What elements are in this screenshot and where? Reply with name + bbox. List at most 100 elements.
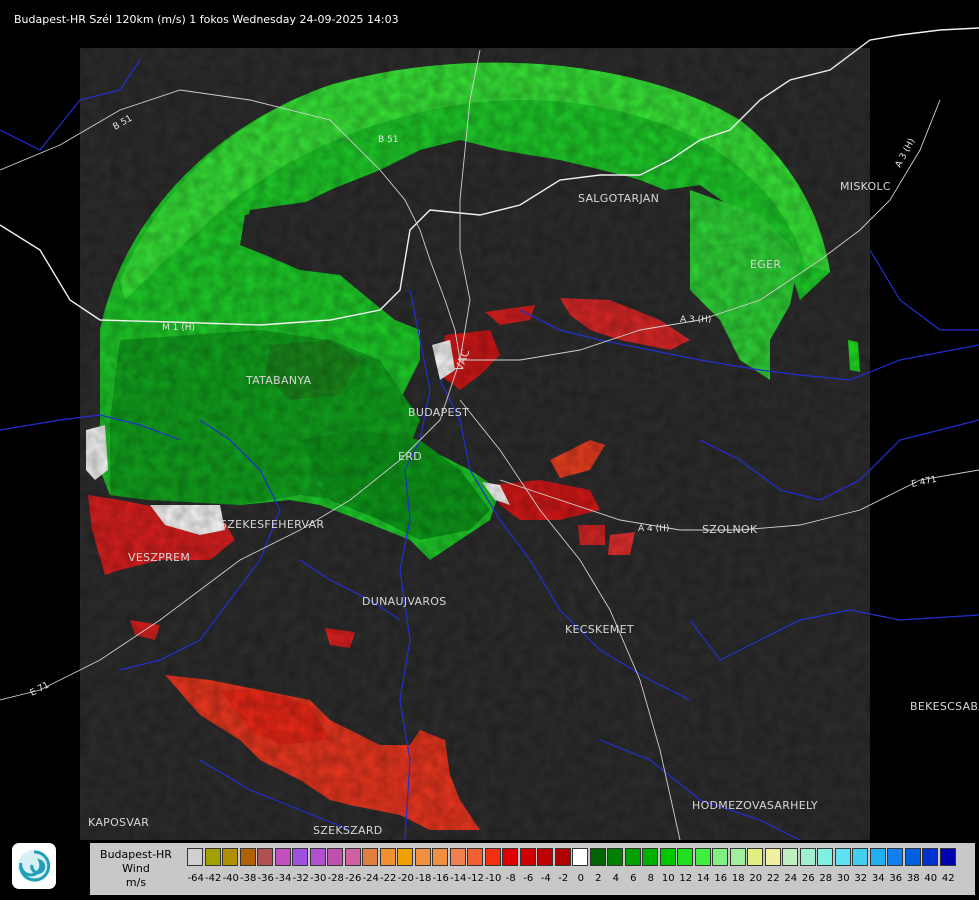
legend-swatch	[747, 848, 763, 866]
legend-tick-label: 8	[647, 873, 654, 884]
legend-tick-label: 32	[854, 873, 868, 884]
legend-swatch	[204, 848, 221, 866]
legend-tick-label: -18	[415, 873, 432, 884]
legend-tick-label: 40	[924, 873, 938, 884]
legend-tick-label: -4	[540, 873, 551, 884]
legend-swatch	[484, 848, 501, 866]
legend-tick-label: -34	[275, 873, 292, 884]
legend-tick-label: 36	[889, 873, 903, 884]
legend-swatches	[187, 848, 957, 868]
legend-swatch	[869, 848, 886, 866]
legend-swatch	[607, 848, 623, 866]
legend-swatch	[817, 848, 833, 866]
legend-tick-label: -32	[292, 873, 309, 884]
legend-tick-label: 2	[595, 873, 602, 884]
legend-tick-label: -64	[187, 873, 204, 884]
legend-swatch	[799, 848, 816, 866]
legend-tick-label: 24	[784, 873, 798, 884]
road-label-a4: A 4 (H)	[638, 524, 669, 534]
legend-swatch	[659, 848, 676, 866]
legend-tick-label: 10	[661, 873, 675, 884]
legend-tick-label: -6	[523, 873, 534, 884]
legend-swatch	[834, 848, 851, 866]
legend-swatch	[449, 848, 466, 866]
legend-tick-label: -22	[380, 873, 397, 884]
legend-tick-label: 0	[577, 873, 584, 884]
legend-tick-label: -16	[432, 873, 449, 884]
road-label-e71: E 71	[29, 680, 51, 698]
legend-swatch	[309, 848, 326, 866]
legend-tick-label: -24	[362, 873, 379, 884]
road-label-a3-a: A 3 (H)	[894, 137, 918, 169]
legend-tick-label: 26	[801, 873, 815, 884]
city-label-szolnok: SZOLNOK	[702, 523, 758, 536]
legend-tick-label: 16	[714, 873, 728, 884]
radar-map[interactable]: SALGOTARJAN MISKOLC EGER TATABANYA BUDAP…	[0, 0, 979, 840]
legend-tick-label: -12	[467, 873, 484, 884]
legend-tick-label: 18	[731, 873, 745, 884]
swirl-icon	[18, 850, 51, 882]
legend-tick-label: -8	[505, 873, 516, 884]
city-label-miskolc: MISKOLC	[840, 180, 891, 193]
legend-tick-label: -20	[397, 873, 414, 884]
legend-tick-label: 42	[941, 873, 955, 884]
city-label-bekescsaba: BEKESCSABA	[910, 700, 979, 713]
legend-tick-label: 34	[871, 873, 885, 884]
city-label-kecskemet: KECSKEMET	[565, 623, 634, 636]
road-label-m1: M 1 (H)	[162, 323, 195, 333]
city-label-salgotarjan: SALGOTARJAN	[578, 192, 659, 205]
city-label-budapest: BUDAPEST	[408, 406, 469, 419]
legend-swatch	[519, 848, 536, 866]
road-label-a3-b: A 3 (H)	[680, 315, 711, 325]
legend-swatch	[939, 848, 956, 866]
legend-swatch	[694, 848, 711, 866]
legend-tick-label: 14	[696, 873, 710, 884]
legend-swatch	[782, 848, 798, 866]
road-label-b51-b: B 51	[378, 135, 399, 145]
legend-swatch	[362, 848, 378, 866]
legend-swatch	[642, 848, 658, 866]
city-label-dunaujvaros: DUNAUJVAROS	[362, 595, 447, 608]
legend-swatch	[187, 848, 203, 866]
legend-swatch	[467, 848, 483, 866]
legend-tick-label: 22	[766, 873, 780, 884]
legend-swatch	[554, 848, 571, 866]
legend-swatch	[572, 848, 588, 866]
legend-swatch	[379, 848, 396, 866]
legend-swatch	[729, 848, 746, 866]
legend-swatch	[257, 848, 273, 866]
city-label-szekesfehervar: SZEKESFEHERVAR	[220, 518, 324, 531]
legend-swatch	[537, 848, 553, 866]
met-service-logo	[12, 843, 56, 889]
city-label-hodmezovasarhely: HODMEZOVASARHELY	[692, 799, 818, 812]
legend-tick-label: 4	[612, 873, 619, 884]
legend-swatch	[344, 848, 361, 866]
legend-swatch	[327, 848, 343, 866]
legend-swatch	[292, 848, 308, 866]
legend-swatch	[239, 848, 256, 866]
legend-swatch	[677, 848, 693, 866]
city-label-tatabanya: TATABANYA	[245, 374, 311, 387]
legend-swatch	[222, 848, 238, 866]
legend-station: Budapest-HR	[100, 848, 172, 861]
legend-tick-label: 20	[749, 873, 763, 884]
legend-swatch	[922, 848, 938, 866]
legend-swatch	[502, 848, 518, 866]
city-label-kaposvar: KAPOSVAR	[88, 816, 149, 829]
city-label-erd: ERD	[398, 450, 422, 463]
legend-tick-label: -14	[450, 873, 467, 884]
legend-tick-label: -28	[327, 873, 344, 884]
legend-swatch	[589, 848, 606, 866]
road-label-e471: E 471	[911, 475, 938, 490]
legend-swatch	[852, 848, 868, 866]
legend-unit: m/s	[125, 876, 147, 889]
legend-label: Budapest-HR Wind m/s	[90, 843, 182, 895]
legend-swatch	[624, 848, 641, 866]
legend-swatch	[432, 848, 448, 866]
legend-tick-label: -30	[310, 873, 327, 884]
legend-swatch	[904, 848, 921, 866]
legend-swatch	[274, 848, 291, 866]
legend-tick-label: -10	[485, 873, 502, 884]
radar-screen: Budapest-HR Szél 120km (m/s) 1 fokos Wed…	[0, 0, 979, 900]
legend-tick-label: 38	[906, 873, 920, 884]
